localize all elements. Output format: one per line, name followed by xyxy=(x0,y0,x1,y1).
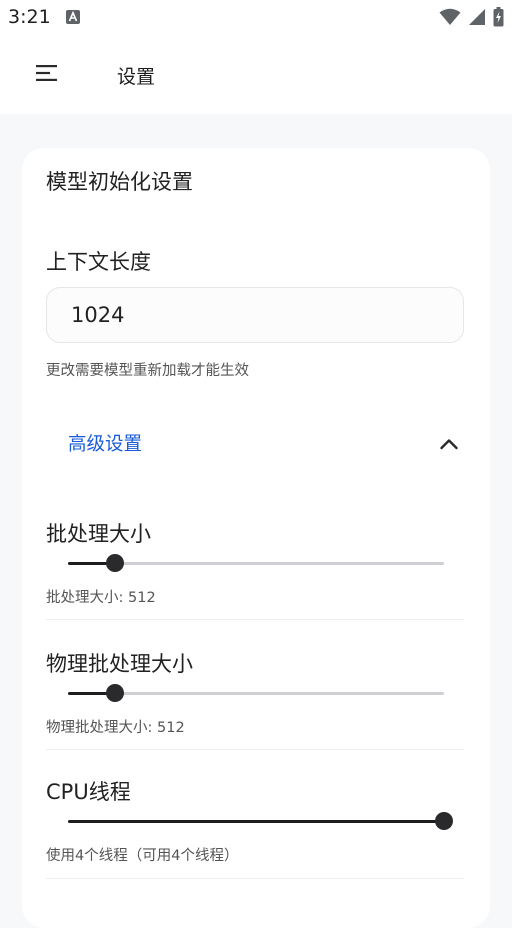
reload-hint: 更改需要模型重新加载才能生效 xyxy=(46,363,249,379)
cpu-threads-slider-track[interactable] xyxy=(68,820,444,823)
physical-batch-size-caption: 物理批处理大小: 512 xyxy=(46,720,185,736)
cpu-threads-caption: 使用4个线程（可用4个线程） xyxy=(46,848,239,864)
app-bar: 设置 xyxy=(0,36,512,114)
advanced-settings-toggle[interactable]: 高级设置 xyxy=(46,410,466,474)
status-time: 3:21 xyxy=(8,6,51,28)
batch-size-setting: 批处理大小 批处理大小: 512 xyxy=(46,518,466,628)
context-length-field[interactable] xyxy=(46,287,464,343)
batch-size-slider-track[interactable] xyxy=(68,562,444,565)
cpu-threads-title: CPU线程 xyxy=(46,780,131,804)
signal-icon xyxy=(468,8,486,30)
physical-batch-size-setting: 物理批处理大小 物理批处理大小: 512 xyxy=(46,648,466,758)
page-title: 设置 xyxy=(117,66,156,88)
section-title: 模型初始化设置 xyxy=(46,170,193,194)
batch-size-title: 批处理大小 xyxy=(46,522,151,546)
context-length-input[interactable] xyxy=(69,302,443,328)
divider xyxy=(46,749,464,750)
status-bar: 3:21 xyxy=(0,0,512,36)
physical-batch-size-slider-thumb[interactable] xyxy=(106,684,124,702)
physical-batch-size-title: 物理批处理大小 xyxy=(46,652,193,676)
batch-size-caption: 批处理大小: 512 xyxy=(46,590,156,606)
cpu-threads-slider-thumb[interactable] xyxy=(435,812,453,830)
divider xyxy=(46,619,464,620)
chevron-up-icon xyxy=(436,434,462,454)
battery-charging-icon xyxy=(493,7,504,31)
notification-a-icon xyxy=(65,9,81,25)
context-length-label: 上下文长度 xyxy=(46,250,151,274)
wifi-icon xyxy=(439,8,461,30)
menu-icon xyxy=(36,65,58,85)
physical-batch-size-slider-track[interactable] xyxy=(68,692,444,695)
menu-button[interactable] xyxy=(28,58,66,92)
advanced-settings-label: 高级设置 xyxy=(68,434,143,455)
cpu-threads-setting: CPU线程 使用4个线程（可用4个线程） xyxy=(46,776,466,886)
cpu-threads-slider-fill xyxy=(68,820,444,823)
status-icons xyxy=(439,7,504,31)
divider xyxy=(46,878,464,879)
settings-card: 模型初始化设置 上下文长度 更改需要模型重新加载才能生效 高级设置 批处理大小 … xyxy=(22,148,490,928)
batch-size-slider-thumb[interactable] xyxy=(106,554,124,572)
